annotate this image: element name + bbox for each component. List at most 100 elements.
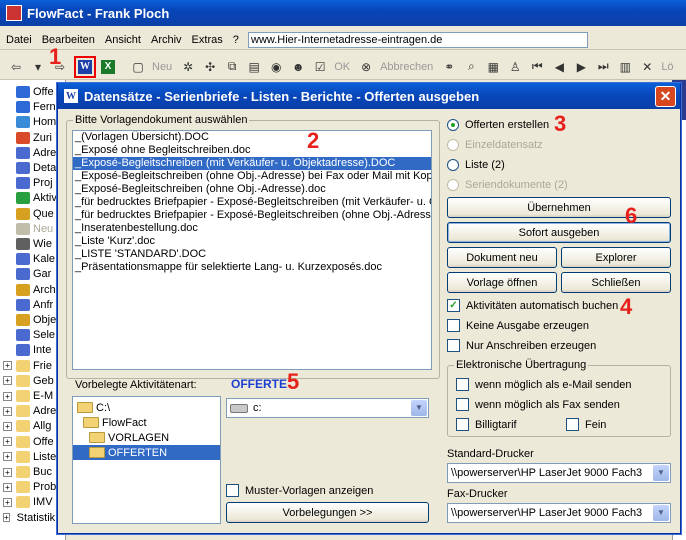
expand-icon[interactable]: + xyxy=(3,497,12,507)
toolbar-neu-label[interactable]: Neu xyxy=(152,61,172,73)
menu-help[interactable]: ? xyxy=(233,34,239,46)
expand-icon[interactable]: + xyxy=(3,391,12,401)
schliessen-button[interactable]: Schließen xyxy=(561,272,671,293)
checkbox-checked[interactable]: ✓ xyxy=(447,299,460,312)
next-record-icon[interactable]: ▶ xyxy=(573,59,589,75)
people-icon[interactable]: ♙ xyxy=(507,59,523,75)
tree-row-flowfact[interactable]: FlowFact xyxy=(83,415,147,430)
checkbox-email[interactable]: wenn möglich als e-Mail senden xyxy=(456,378,632,391)
template-list-item[interactable]: _LISTE 'STANDARD'.DOC xyxy=(73,248,431,261)
tools-icon[interactable]: ✣ xyxy=(202,59,218,75)
toolbar-lo-label[interactable]: Lö xyxy=(661,61,673,73)
checkbox-keine-ausgabe[interactable]: Keine Ausgabe erzeugen xyxy=(447,319,589,332)
binoculars-icon[interactable]: ⚭ xyxy=(441,59,457,75)
paste-icon[interactable]: ▤ xyxy=(246,59,262,75)
template-list-item[interactable]: _für bedrucktes Briefpapier - Exposé-Beg… xyxy=(73,196,431,209)
dropdown-arrow-icon[interactable]: ▾ xyxy=(30,59,46,75)
radio-button xyxy=(447,139,459,151)
tree-row-drive[interactable]: C:\ xyxy=(77,400,110,415)
expand-icon[interactable]: + xyxy=(3,361,12,371)
tree-row-vorlagen[interactable]: VORLAGEN xyxy=(89,430,169,445)
checkbox-nur-anschreiben[interactable]: Nur Anschreiben erzeugen xyxy=(447,339,596,352)
expand-icon[interactable]: + xyxy=(3,513,10,523)
toolbar-abbrechen-label[interactable]: Abbrechen xyxy=(380,61,433,73)
expand-icon[interactable]: + xyxy=(3,376,12,386)
template-list-item[interactable]: _Exposé-Begleitschreiben (ohne Obj.-Adre… xyxy=(73,183,431,196)
back-arrow-icon[interactable]: ⇦ xyxy=(8,59,24,75)
template-list-item[interactable]: _Exposé ohne Begleitschreiben.doc xyxy=(73,144,431,157)
drive-select[interactable]: c: ▼ xyxy=(226,398,429,418)
template-list-item[interactable]: _(Vorlagen Übersicht).DOC xyxy=(73,131,431,144)
cancel-icon[interactable]: ⊗ xyxy=(358,59,374,75)
prev-record-icon[interactable]: ◀ xyxy=(551,59,567,75)
dokument-neu-button[interactable]: Dokument neu xyxy=(447,247,557,268)
checkbox-aktivitaeten-buchen[interactable]: ✓ Aktivitäten automatisch buchen xyxy=(447,299,618,312)
checkbox[interactable] xyxy=(456,418,469,431)
template-list-item[interactable]: _Liste 'Kurz'.doc xyxy=(73,235,431,248)
explorer-button[interactable]: Explorer xyxy=(561,247,671,268)
expand-icon[interactable]: + xyxy=(3,452,12,462)
expand-icon[interactable]: + xyxy=(3,437,12,447)
checkbox[interactable] xyxy=(447,319,460,332)
sidebar-item-label: Proj xyxy=(33,177,53,190)
expand-icon[interactable]: + xyxy=(3,421,12,431)
item-icon xyxy=(16,481,30,494)
chevron-down-icon[interactable]: ▼ xyxy=(653,505,669,521)
folder-tree[interactable]: C:\ FlowFact VORLAGEN OFFERTEN xyxy=(72,396,221,524)
checkbox-billigtarif[interactable]: Billigtarif xyxy=(456,418,517,431)
checkbox-fein[interactable]: Fein xyxy=(566,418,606,431)
grid-icon[interactable]: ▦ xyxy=(485,59,501,75)
sofort-ausgeben-button[interactable]: Sofort ausgeben xyxy=(447,222,671,243)
word-button[interactable]: W xyxy=(74,55,96,78)
menu-datei[interactable]: Datei xyxy=(6,34,32,46)
template-list-item[interactable]: _Exposé-Begleitschreiben (ohne Obj.-Adre… xyxy=(73,170,431,183)
template-list-item[interactable]: _Exposé-Begleitschreiben (mit Verkäufer-… xyxy=(73,157,431,170)
ok-check-icon[interactable]: ☑ xyxy=(312,59,328,75)
expand-icon[interactable]: + xyxy=(3,482,12,492)
chevron-down-icon[interactable]: ▼ xyxy=(653,465,669,481)
close-button[interactable]: ✕ xyxy=(655,86,676,107)
toolbar-ok-label[interactable]: OK xyxy=(334,61,350,73)
checkbox[interactable] xyxy=(566,418,579,431)
radio-offerten-erstellen[interactable]: Offerten erstellen xyxy=(447,119,549,131)
template-list-item[interactable]: _Präsentationsmappe für selektierte Lang… xyxy=(73,261,431,274)
checkbox[interactable] xyxy=(456,378,469,391)
new-doc-icon[interactable]: ▢ xyxy=(130,59,146,75)
excel-icon: X xyxy=(101,59,115,74)
item-icon xyxy=(16,450,30,463)
table-icon[interactable]: ▥ xyxy=(617,59,633,75)
last-record-icon[interactable]: ⏭ xyxy=(595,59,611,75)
template-list-item[interactable]: _Inseratenbestellung.doc xyxy=(73,222,431,235)
gear-icon[interactable]: ✲ xyxy=(180,59,196,75)
checkbox[interactable] xyxy=(447,339,460,352)
template-listbox[interactable]: _(Vorlagen Übersicht).DOC _Exposé ohne Be… xyxy=(72,130,432,370)
expand-icon[interactable]: + xyxy=(3,406,12,416)
preset-button[interactable]: Vorbelegungen >> xyxy=(226,502,429,523)
copy-icon[interactable]: ⧉ xyxy=(224,59,240,75)
fax-printer-select[interactable]: \\powerserver\HP LaserJet 9000 Fach3 ▼ xyxy=(447,503,671,523)
menu-archiv[interactable]: Archiv xyxy=(151,34,182,46)
menu-extras[interactable]: Extras xyxy=(192,34,223,46)
radio-button[interactable] xyxy=(447,159,459,171)
first-record-icon[interactable]: ⏮ xyxy=(529,59,545,75)
delete-icon[interactable]: ✕ xyxy=(639,59,655,75)
user-icon[interactable]: ☻ xyxy=(290,59,306,75)
template-list-item[interactable]: _für bedrucktes Briefpapier - Exposé-Beg… xyxy=(73,209,431,222)
vorlage-oeffnen-button[interactable]: Vorlage öffnen xyxy=(447,272,557,293)
checkbox[interactable] xyxy=(226,484,239,497)
uebernehmen-button[interactable]: Übernehmen xyxy=(447,197,671,218)
url-input[interactable]: www.Hier-Internetadresse-eintragen.de xyxy=(248,32,588,48)
std-printer-select[interactable]: \\powerserver\HP LaserJet 9000 Fach3 ▼ xyxy=(447,463,671,483)
view-icon[interactable]: ◉ xyxy=(268,59,284,75)
excel-button[interactable]: X xyxy=(100,59,116,75)
chevron-down-icon[interactable]: ▼ xyxy=(411,400,427,416)
show-templates-checkbox[interactable]: Muster-Vorlagen anzeigen xyxy=(226,484,373,497)
checkbox[interactable] xyxy=(456,398,469,411)
menu-ansicht[interactable]: Ansicht xyxy=(105,34,141,46)
expand-icon[interactable]: + xyxy=(3,467,12,477)
radio-liste[interactable]: Liste (2) xyxy=(447,159,505,171)
tree-row-offerten[interactable]: OFFERTEN xyxy=(73,445,220,460)
radio-button[interactable] xyxy=(447,119,459,131)
search-doc-icon[interactable]: ⌕ xyxy=(463,59,479,75)
checkbox-fax[interactable]: wenn möglich als Fax senden xyxy=(456,398,620,411)
